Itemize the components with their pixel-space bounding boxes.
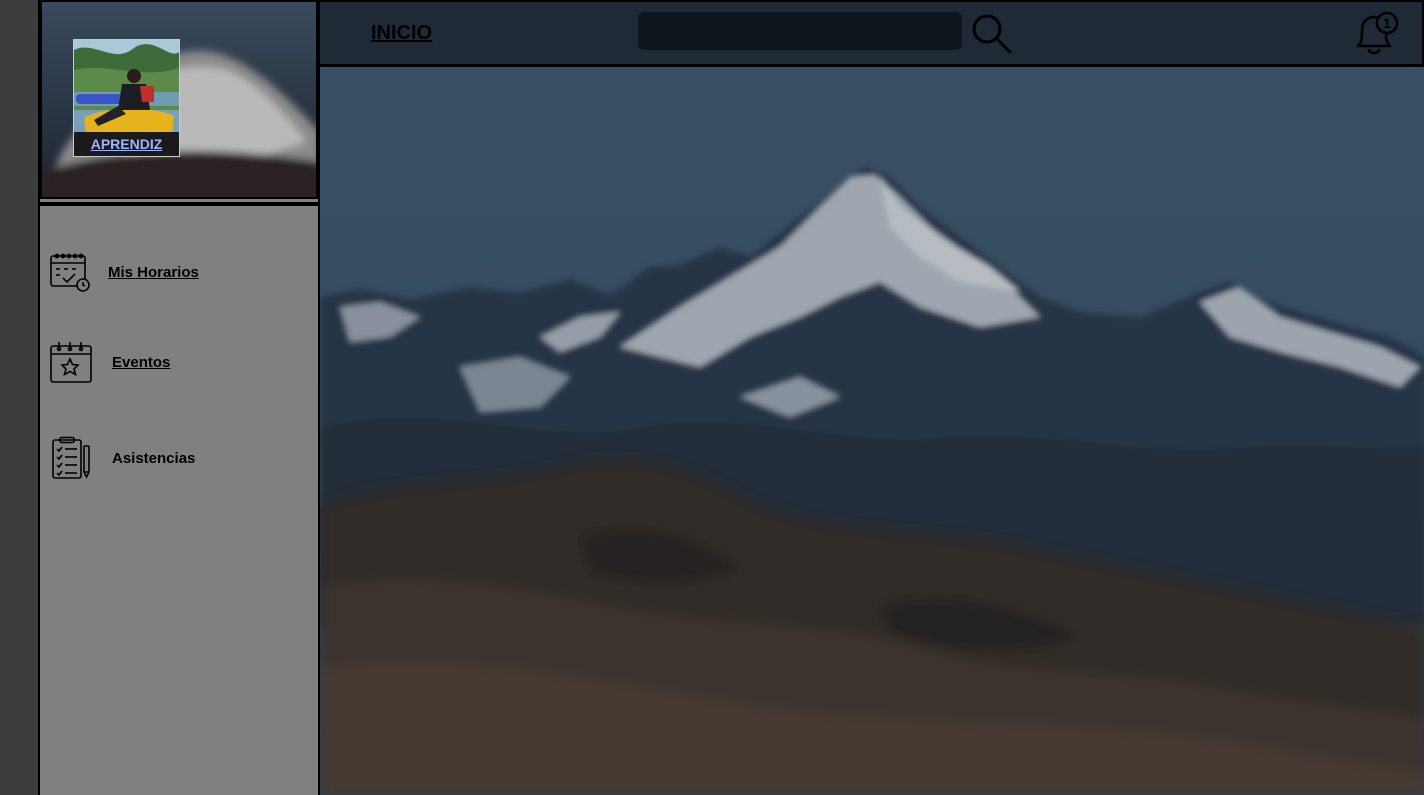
hero-background [318,67,1424,795]
sidebar-item-label[interactable]: Mis Horarios [108,264,199,281]
mountain-landscape-image [320,67,1424,795]
notification-count: 1 [1383,15,1391,31]
search-icon[interactable] [970,12,1014,56]
app-page: APRENDIZ Mis Horarios Eventos Asistencia… [0,0,1424,795]
avatar-photo [74,40,179,134]
home-link[interactable]: INICIO [371,22,432,45]
sidebar-divider [40,202,318,206]
sidebar-item-eventos[interactable]: Eventos [48,340,170,384]
sidebar: APRENDIZ Mis Horarios Eventos Asistencia… [40,0,320,795]
top-header: INICIO 1 [318,0,1424,67]
sidebar-item-asistencias[interactable]: Asistencias [48,436,195,480]
search-input[interactable] [638,12,962,50]
profile-panel: APRENDIZ [40,0,318,199]
sidebar-item-mis-horarios[interactable]: Mis Horarios [48,250,199,294]
calendar-star-icon [50,342,92,383]
role-label[interactable]: APRENDIZ [74,132,179,156]
left-rail [0,0,40,795]
avatar[interactable]: APRENDIZ [73,39,180,157]
clipboard-checklist-icon [52,436,90,479]
sidebar-item-label[interactable]: Eventos [112,354,170,371]
notification-bell-icon[interactable]: 1 [1350,10,1400,58]
calendar-check-icon [50,253,90,292]
sidebar-item-label[interactable]: Asistencias [112,450,195,467]
